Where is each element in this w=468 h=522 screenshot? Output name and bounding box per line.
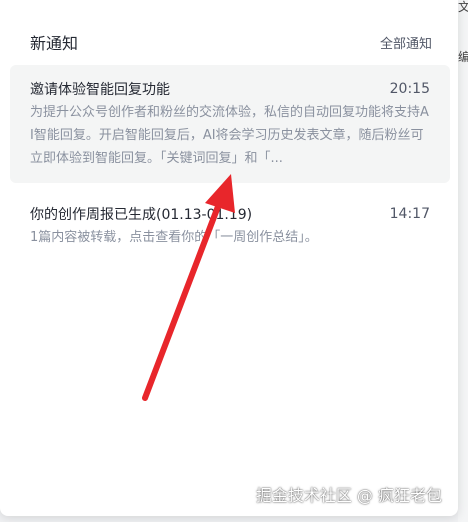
background-text: 编 (458, 50, 468, 64)
background-page-strip: 文 编 (458, 0, 468, 522)
notification-time: 20:15 (389, 81, 430, 97)
notification-title: 你的创作周报已生成(01.13-01.19) (30, 207, 253, 223)
notification-header: 新通知 全部通知 (30, 30, 432, 54)
panel-title: 新通知 (30, 34, 79, 53)
notification-body: 1篇内容被转载，点击查看你的「一周创作总结」。 (30, 230, 318, 245)
notification-body: 为提升公众号创作者和粉丝的交流体验，私信的自动回复功能将支持AI智能回复。开启智… (30, 105, 429, 166)
all-notifications-link[interactable]: 全部通知 (380, 33, 432, 52)
notification-dropdown: 新通知 全部通知 邀请体验智能回复功能 20:15 为提升公众号创作者和粉丝的交… (0, 0, 458, 516)
notification-time: 14:17 (389, 206, 430, 222)
background-text: 文 (458, 0, 468, 14)
notification-item[interactable]: 邀请体验智能回复功能 20:15 为提升公众号创作者和粉丝的交流体验，私信的自动… (10, 65, 450, 183)
notification-title: 邀请体验智能回复功能 (30, 82, 170, 98)
notification-item[interactable]: 你的创作周报已生成(01.13-01.19) 14:17 1篇内容被转载，点击查… (10, 195, 450, 261)
watermark: 掘金技术社区 @ 疯狂老包 (255, 486, 442, 505)
